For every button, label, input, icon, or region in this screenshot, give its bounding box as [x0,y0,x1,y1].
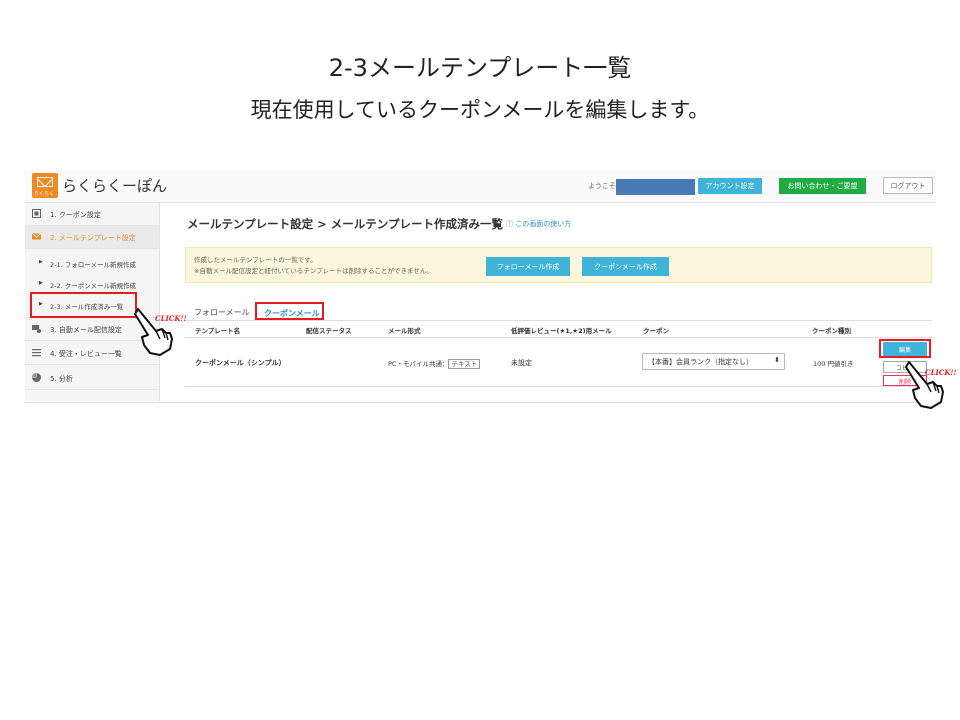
list-icon [32,349,41,357]
col-status: 配信ステータス [306,327,352,335]
template-name: クーポンメール（シンプル） [195,359,286,367]
sort-arrows-icon: ⬍ [774,356,780,364]
coupon-select[interactable]: 【本番】会員ランク（指定なし） ⬍ [642,353,785,370]
sidebar-item-coupon-settings[interactable]: 1. クーポン設定 [25,203,159,226]
coupon-icon [32,209,41,218]
mail-logo-icon: らくらく [32,173,58,198]
table-row: クーポンメール（シンプル） PC・モバイル共通： テキスト 未設定 【本番】会員ラ… [185,336,932,387]
sidebar-item-mail-template[interactable]: 2. メールテンプレート設定 [25,226,159,249]
pie-chart-icon [32,373,41,382]
user-name-redacted [616,179,695,195]
edit-highlight-frame [879,339,931,358]
col-format: メール形式 [388,327,421,335]
follow-mail-create-button[interactable]: フォローメール作成 [486,257,570,276]
contact-button[interactable]: お問い合わせ・ご要望 [779,178,866,194]
notice-line2: ※自動メール配信設定と紐付いているテンプレートは削除することができません。 [194,267,433,275]
account-settings-button[interactable]: アカウント設定 [698,178,762,194]
sidebar-subitem-coupon-create[interactable]: ▶ 2-2. クーポンメール新規作成 [25,275,159,293]
low-review-value: 未設定 [511,359,532,367]
slide-title: 2-3メールテンプレート一覧 [328,54,632,82]
coupon-type-value: 100 円値引き [813,360,854,368]
coupon-mail-create-button[interactable]: クーポンメール作成 [582,257,669,276]
notice-box: 作成したメールテンプレートの一覧です。 ※自動メール配信設定と紐付いているテンプ… [185,247,932,283]
help-link[interactable]: ⓘ この画面の使い方 [506,219,571,229]
col-coupon: クーポン [643,327,669,335]
mail-gear-icon [32,325,41,333]
notice-line1: 作成したメールテンプレートの一覧です。 [194,256,317,264]
tab-coupon-mail[interactable]: クーポンメール [255,302,324,320]
app-header: らくらく らくらくーぽん ようこそ アカウント設定 お問い合わせ・ご要望 ログア… [25,170,936,203]
main-content: メールテンプレート設定 > メールテンプレート作成済み一覧 ⓘ この画面の使い方… [161,203,936,401]
page-title: メールテンプレート設定 > メールテンプレート作成済み一覧 [187,217,503,231]
sidebar-item-analysis[interactable]: 5. 分析 [25,367,159,390]
format-badge: テキスト [448,359,481,369]
app-window: らくらく らくらくーぽん ようこそ アカウント設定 お問い合わせ・ご要望 ログア… [25,170,936,403]
welcome-label: ようこそ [588,182,616,190]
pointing-hand-icon [905,361,944,409]
sidebar-highlight-frame [30,292,137,318]
mail-icon [32,233,41,240]
pointing-hand-icon [134,308,173,356]
tab-follow-mail[interactable]: フォローメール [194,307,250,318]
logo-text: らくらくーぽん [62,177,168,195]
triangle-right-icon: ▶ [39,280,43,286]
mail-format: PC・モバイル共通： テキスト [388,358,481,369]
triangle-right-icon: ▶ [39,259,43,265]
help-icon: ⓘ [506,220,513,228]
logout-button[interactable]: ログアウト [883,177,933,194]
col-low-review: 低評価レビュー(★1,★2)用メール [511,327,612,335]
sidebar-subitem-follow-create[interactable]: ▶ 2-1. フォローメール新規作成 [25,254,159,272]
col-coupon-type: クーポン種別 [812,327,851,335]
slide-subtitle: 現在使用しているクーポンメールを編集します。 [250,98,710,122]
col-template-name: テンプレート名 [195,327,241,335]
template-table: テンプレート名 配信ステータス メール形式 低評価レビュー(★1,★2)用メール… [185,320,932,390]
